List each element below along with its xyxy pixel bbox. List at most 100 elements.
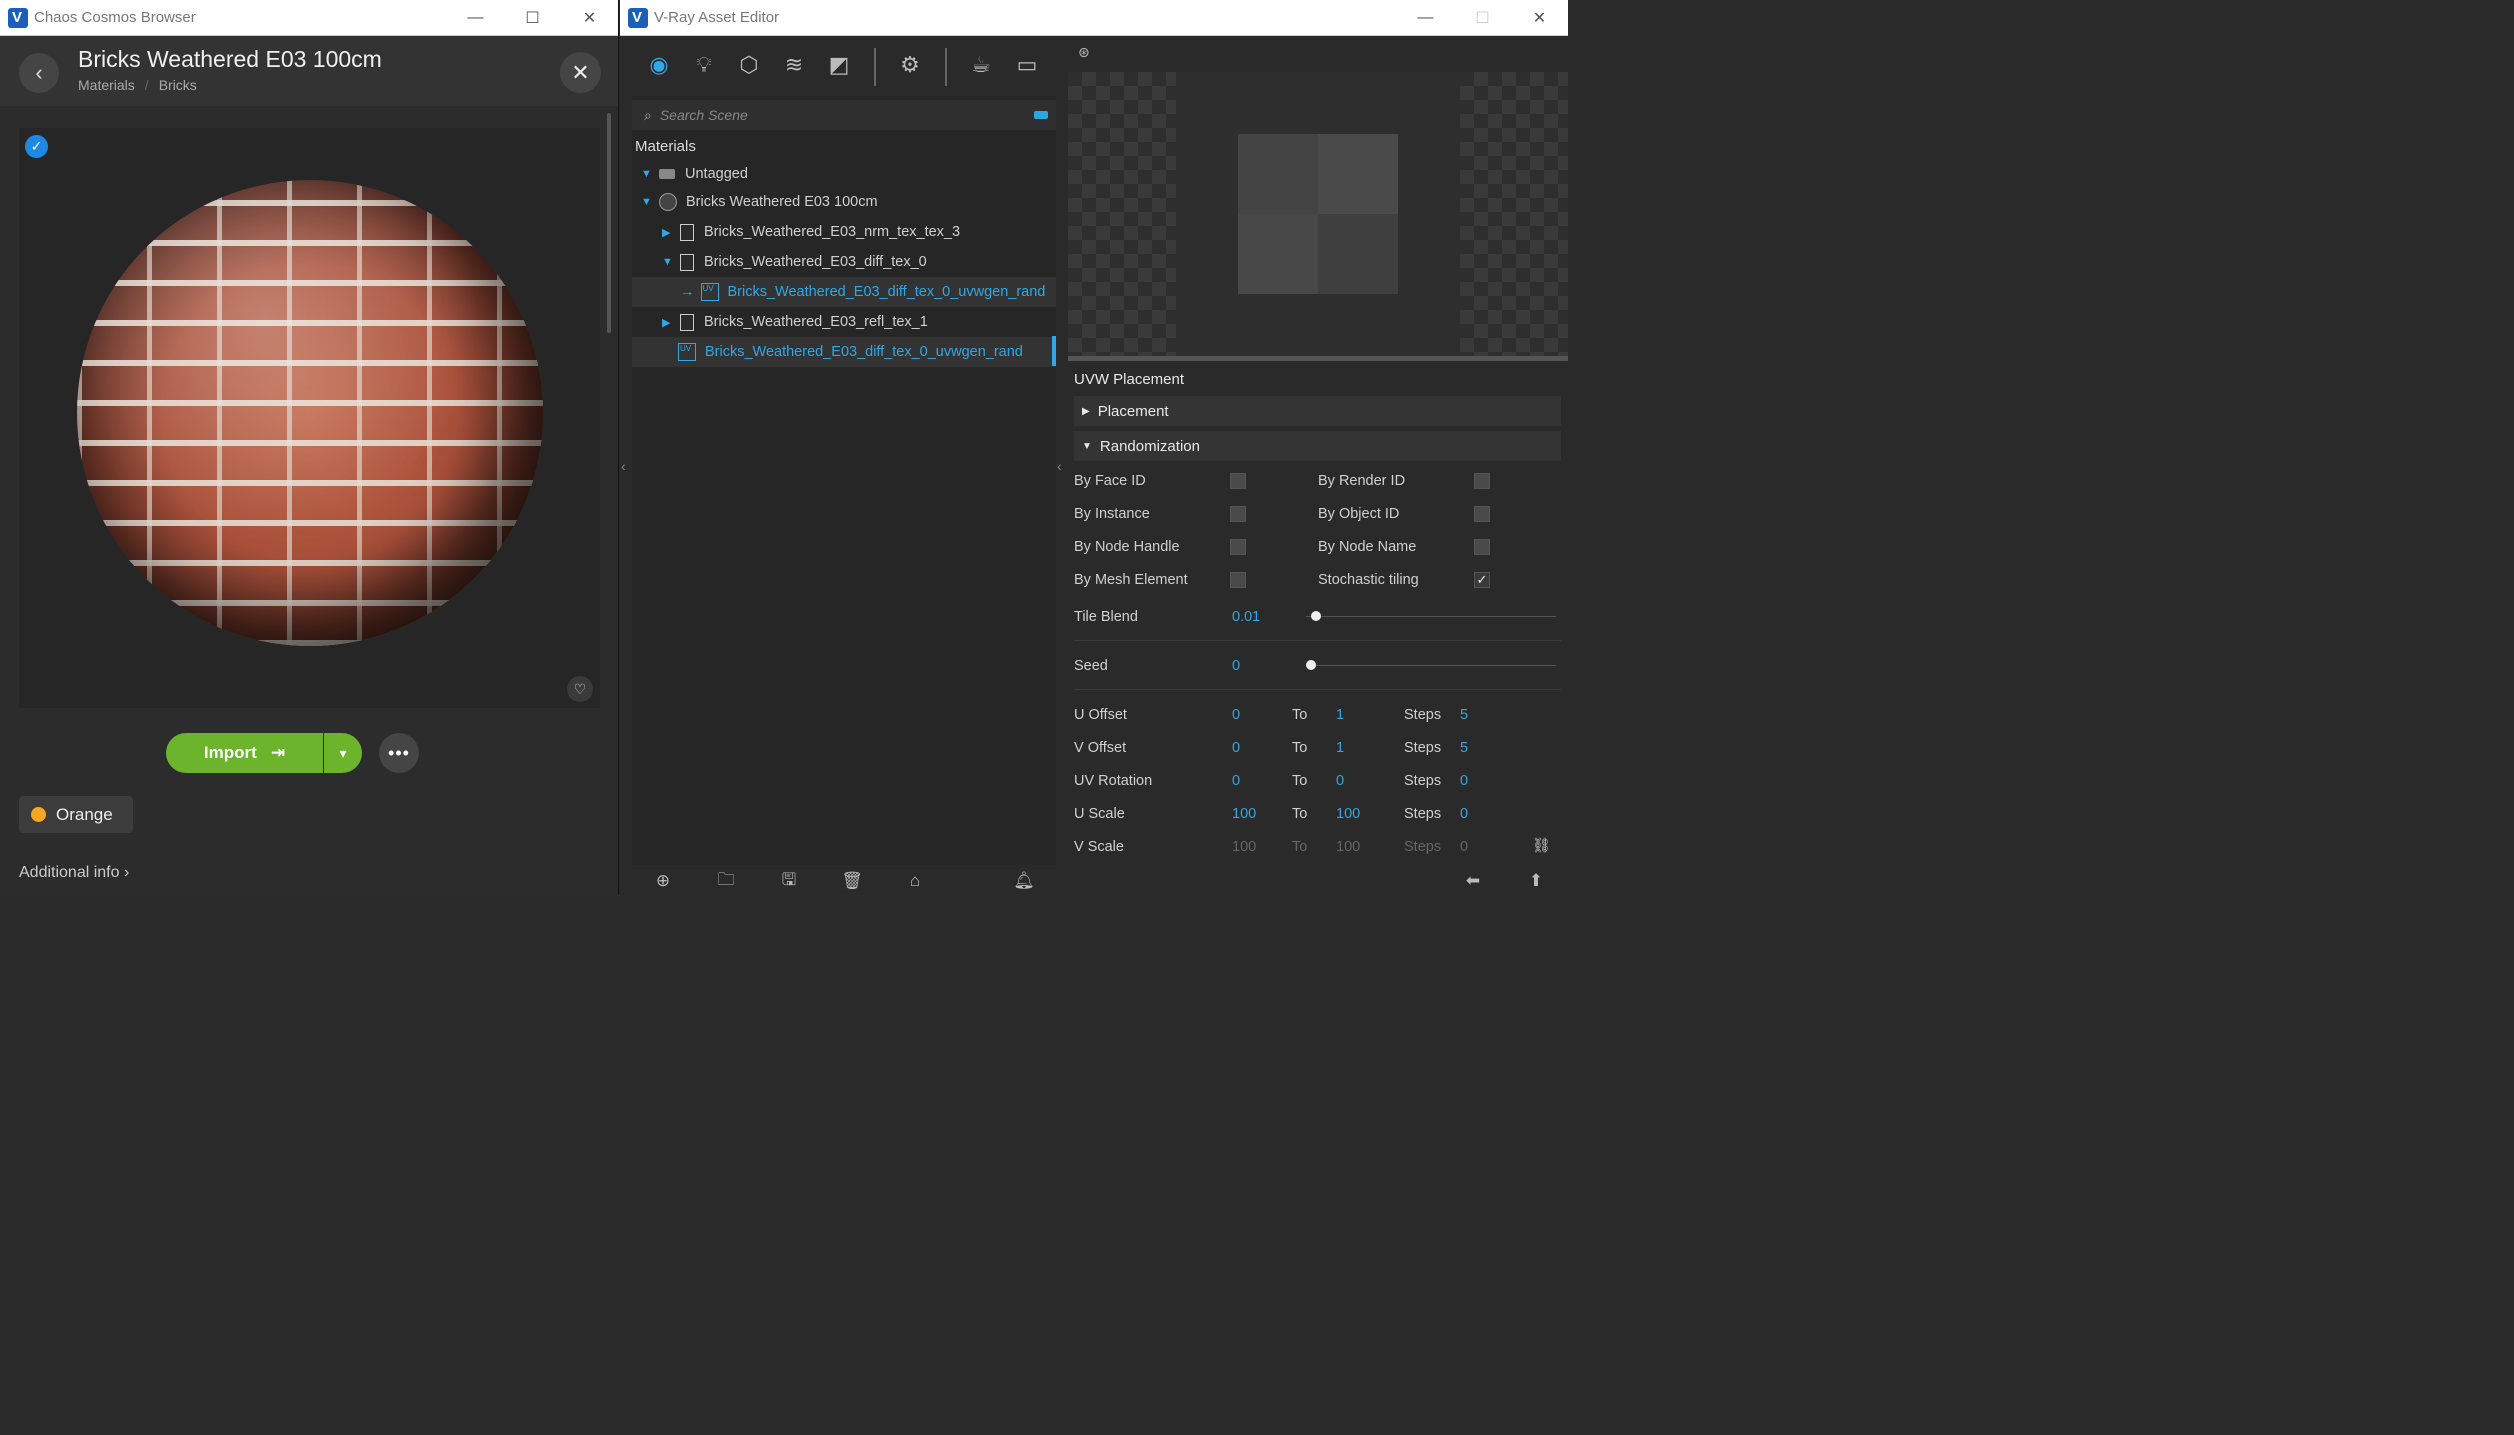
frame-buffer-icon[interactable]: ▭	[1010, 48, 1044, 82]
close-button[interactable]: ✕	[1511, 0, 1568, 36]
tile-blend-value[interactable]: 0.01	[1232, 609, 1260, 625]
back-arrow-icon[interactable]: ⬅	[1462, 870, 1484, 892]
tree-label: Untagged	[685, 166, 748, 182]
uv-rotation-to[interactable]: 0	[1336, 773, 1344, 789]
lights-icon[interactable]: 💡︎	[687, 48, 721, 82]
favorite-heart-icon[interactable]: ♡	[567, 676, 593, 702]
by-instance-checkbox[interactable]	[1230, 506, 1246, 522]
u-offset-to[interactable]: 1	[1336, 707, 1344, 723]
tag-filter-icon[interactable]	[1034, 111, 1048, 119]
lock-uv-scale-icon[interactable]: ⛓	[1532, 837, 1550, 854]
scrollbar[interactable]	[607, 113, 611, 333]
collapse-left-icon[interactable]: ‹	[621, 458, 626, 474]
stochastic-tiling-label: Stochastic tiling	[1318, 572, 1419, 588]
minimize-button[interactable]: —	[1397, 0, 1454, 36]
checkmark-icon: ✓	[1476, 572, 1488, 587]
u-scale-from[interactable]: 100	[1232, 806, 1256, 822]
maximize-button[interactable]: ☐	[504, 0, 561, 36]
preview-options-icon[interactable]: ⊛	[1078, 44, 1090, 61]
seed-slider-knob[interactable]	[1306, 660, 1316, 670]
expand-triangle-icon[interactable]: ▼	[641, 196, 652, 208]
expand-triangle-icon[interactable]: ▼	[641, 168, 652, 180]
breadcrumb-materials[interactable]: Materials	[78, 77, 135, 93]
by-node-name-checkbox[interactable]	[1474, 539, 1490, 555]
tree-row-nrm-tex[interactable]: ▶ Bricks_Weathered_E03_nrm_tex_tex_3	[632, 217, 1056, 247]
import-label: Import	[203, 743, 257, 762]
up-arrow-icon[interactable]: ⬆	[1525, 870, 1547, 892]
breadcrumb-bricks[interactable]: Bricks	[159, 77, 197, 93]
u-scale-steps[interactable]: 0	[1460, 806, 1468, 822]
uv-rotation-steps[interactable]: 0	[1460, 773, 1468, 789]
expand-triangle-icon[interactable]: ▼	[662, 256, 673, 268]
randomization-rollout[interactable]: ▼ Randomization	[1074, 431, 1561, 461]
v-offset-steps[interactable]: 5	[1460, 740, 1468, 756]
layers-icon[interactable]: ≋	[777, 48, 811, 82]
by-mesh-element-checkbox[interactable]	[1230, 572, 1246, 588]
collapse-triangle-icon[interactable]: ▶	[662, 226, 672, 239]
seed-value[interactable]: 0	[1232, 658, 1240, 674]
steps-label: Steps	[1404, 773, 1442, 789]
by-face-id-checkbox[interactable]	[1230, 473, 1246, 489]
settings-icon[interactable]: ⚙	[893, 48, 927, 82]
maximize-button[interactable]: ☐	[1454, 0, 1511, 36]
additional-info-link[interactable]: Additional info ›	[19, 864, 129, 882]
seed-slider-track[interactable]	[1306, 665, 1556, 666]
save-icon[interactable]: 🖫	[778, 870, 800, 892]
delete-icon[interactable]: 🗑	[841, 870, 863, 892]
to-label: To	[1292, 806, 1308, 822]
u-offset-from[interactable]: 0	[1232, 707, 1240, 723]
preview-tile	[1238, 214, 1318, 294]
u-scale-to[interactable]: 100	[1336, 806, 1360, 822]
import-button[interactable]: Import ⇥	[166, 733, 323, 773]
v-offset-to[interactable]: 1	[1336, 740, 1344, 756]
tree-row-uvwgen-nested[interactable]: → UV Bricks_Weathered_E03_diff_tex_0_uvw…	[632, 277, 1056, 307]
breadcrumb-separator: /	[144, 77, 149, 93]
link-arrow-icon: →	[680, 284, 695, 300]
import-options-dropdown[interactable]: ▾	[324, 733, 362, 773]
materials-icon[interactable]: ◉	[642, 48, 676, 82]
uv-rotation-from[interactable]: 0	[1232, 773, 1240, 789]
tile-blend-slider-knob[interactable]	[1311, 611, 1321, 621]
tree-label: Bricks Weathered E03 100cm	[686, 194, 878, 210]
seed-label: Seed	[1074, 658, 1108, 674]
add-asset-icon[interactable]: ⊕	[652, 870, 674, 892]
notifications-bell-icon[interactable]: 🔔︎	[1013, 870, 1035, 892]
tree-row-uvwgen[interactable]: UV Bricks_Weathered_E03_diff_tex_0_uvwge…	[632, 337, 1056, 367]
tree-row-diff-tex[interactable]: ▼ Bricks_Weathered_E03_diff_tex_0	[632, 247, 1056, 277]
geometry-icon[interactable]: ⬡	[732, 48, 766, 82]
vray-window-title: V-Ray Asset Editor	[654, 9, 780, 26]
by-object-id-checkbox[interactable]	[1474, 506, 1490, 522]
collapse-triangle-icon[interactable]: ▶	[662, 316, 672, 329]
close-button[interactable]: ✕	[561, 0, 618, 36]
placement-rollout[interactable]: ▶ Placement	[1074, 396, 1561, 426]
v-offset-from[interactable]: 0	[1232, 740, 1240, 756]
by-node-name-label: By Node Name	[1318, 539, 1417, 555]
tag-label: Orange	[56, 804, 113, 824]
outliner-header: Materials	[635, 138, 696, 155]
tree-row-material[interactable]: ▼ Bricks Weathered E03 100cm	[632, 187, 1056, 217]
close-asset-button[interactable]: ✕	[560, 52, 601, 93]
collapse-right-icon[interactable]: ‹	[1057, 458, 1062, 474]
render-teapot-icon[interactable]: ☕︎	[964, 48, 998, 82]
color-tag-chip[interactable]: Orange	[19, 796, 133, 833]
divider	[1074, 689, 1561, 690]
vray-app-icon	[628, 7, 648, 28]
u-offset-steps[interactable]: 5	[1460, 707, 1468, 723]
stochastic-tiling-checkbox[interactable]: ✓	[1474, 572, 1490, 588]
tree-row-untagged[interactable]: ▼ Untagged	[632, 159, 1056, 189]
search-field[interactable]: ⌕ Search Scene	[632, 100, 1056, 130]
divider	[1074, 640, 1561, 641]
open-folder-icon[interactable]: 🗀	[715, 870, 737, 892]
minimize-button[interactable]: —	[447, 0, 504, 36]
purge-unused-icon[interactable]: ⌂	[904, 870, 926, 892]
by-render-id-checkbox[interactable]	[1474, 473, 1490, 489]
cosmos-window-title: Chaos Cosmos Browser	[34, 9, 196, 26]
more-options-button[interactable]: •••	[379, 733, 419, 773]
tree-row-refl-tex[interactable]: ▶ Bricks_Weathered_E03_refl_tex_1	[632, 307, 1056, 337]
textures-icon[interactable]: ◩	[822, 48, 856, 82]
tile-blend-slider-track[interactable]	[1306, 616, 1556, 617]
by-node-handle-checkbox[interactable]	[1230, 539, 1246, 555]
preview-resize-bar[interactable]	[1068, 356, 1568, 361]
by-face-id-label: By Face ID	[1074, 473, 1146, 489]
back-button[interactable]: ‹	[19, 53, 59, 93]
